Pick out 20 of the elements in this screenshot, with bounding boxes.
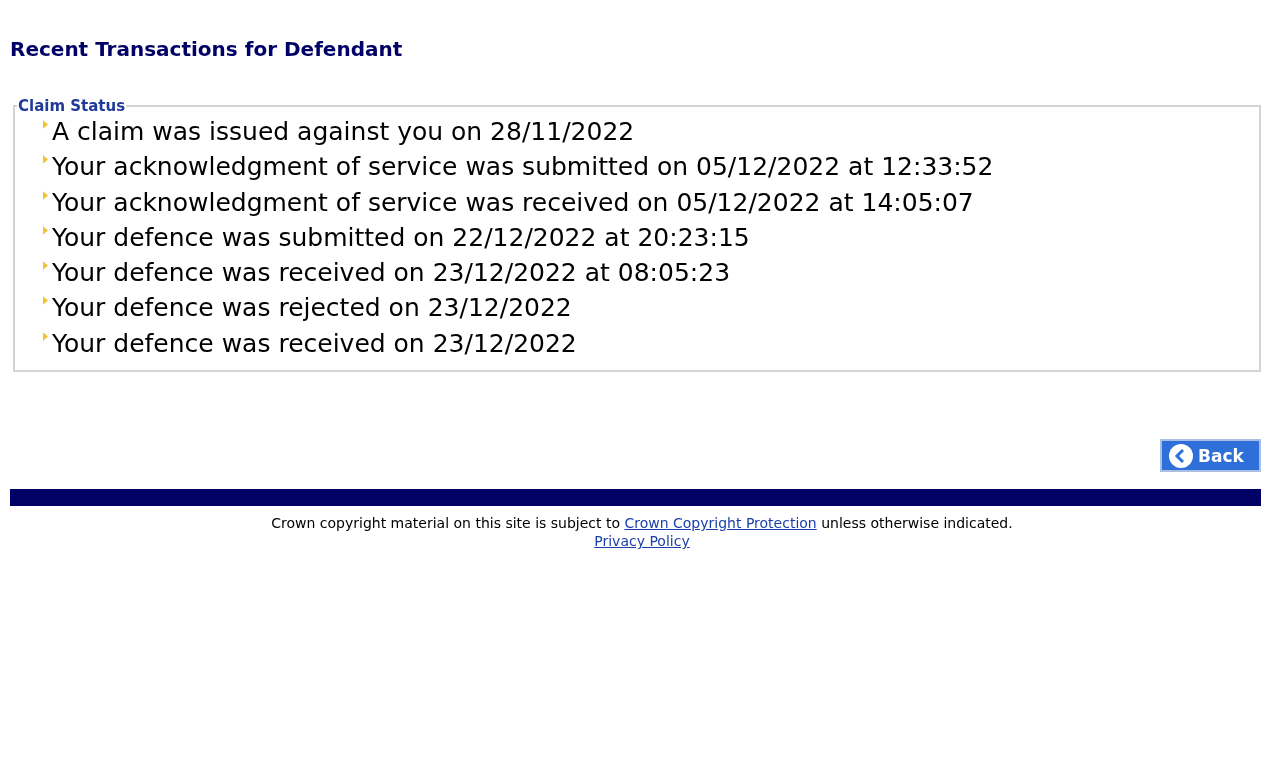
bullet-icon <box>43 296 48 306</box>
panel-legend: Claim Status <box>17 97 127 115</box>
back-button[interactable]: Back <box>1160 439 1261 473</box>
bullet-icon <box>43 120 48 129</box>
bullet-icon <box>43 155 48 165</box>
status-entry: Your acknowledgment of service was received on 05/12/2022 at 14:05:07 <box>52 187 974 218</box>
privacy-policy-link[interactable]: Privacy Policy <box>594 533 690 550</box>
bullet-icon <box>43 331 48 341</box>
bullet-icon <box>43 190 48 200</box>
copyright-notice: Crown copyright material on this site is subject to Crown Copyright Protection unless otherwise indicated. <box>270 514 1014 534</box>
status-entry: Your defence was received on 23/12/2022 at 08:05:23 <box>52 258 731 289</box>
status-entry: Your defence was submitted on 22/12/2022 at 20:23:15 <box>52 222 750 253</box>
page-title: Recent Transactions for Defendant <box>10 37 404 61</box>
status-entry: Your defence was received on 23/12/2022 <box>52 328 577 359</box>
status-entry: Your acknowledgment of service was submitted on 05/12/2022 at 12:33:52 <box>52 152 994 183</box>
bullet-icon <box>43 225 48 235</box>
status-entry: Your defence was rejected on 23/12/2022 <box>52 293 572 324</box>
copyright-protection-link[interactable]: Crown Copyright Protection <box>624 515 817 532</box>
status-entry: A claim was issued against you on 28/11/2022 <box>52 117 635 147</box>
bullet-icon <box>43 261 48 271</box>
